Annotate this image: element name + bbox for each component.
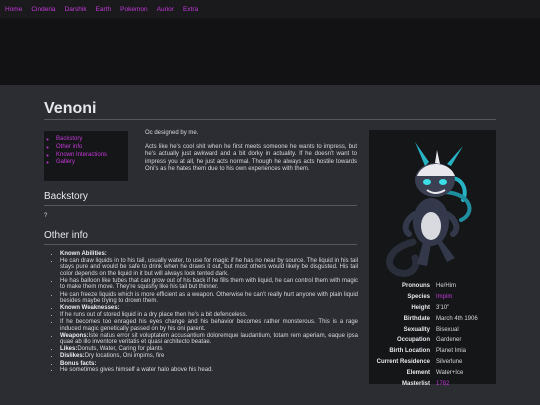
list-item: He can draw liquids in to his tail, usua…: [60, 258, 358, 278]
nav-pokemon[interactable]: Pokemon: [120, 6, 147, 13]
infobox-value: Water+Ice: [436, 369, 464, 376]
species-link[interactable]: Impim: [436, 294, 496, 300]
backstory-divider: [44, 205, 357, 206]
weapons-text: Iste natus error sit voluptatem accusant…: [60, 332, 358, 346]
infobox-value: March 4th 1906: [436, 315, 478, 322]
toc-item[interactable]: Other info: [56, 144, 128, 152]
masterlist-link[interactable]: 1782: [436, 381, 496, 387]
infobox-key: Pronouns: [402, 283, 430, 290]
list-item: Bonus facts: He sometimes gives himself …: [60, 361, 358, 374]
intro-credit: Oc designed by me.: [145, 130, 199, 136]
infobox-key: Birth Location: [389, 348, 430, 355]
likes-label: Likes:: [60, 346, 78, 353]
known-weaknesses-label: Known Weaknesses:: [60, 305, 120, 312]
infobox-key: Element: [406, 369, 430, 376]
list-item: If he becomes too enraged his eyes chang…: [60, 319, 358, 332]
infobox-row-height: Height 3'10": [369, 303, 496, 314]
infobox-value: He/Him: [436, 283, 457, 290]
list-item: He sometimes gives himself a water halo …: [60, 367, 358, 374]
infobox-value: 3'10": [436, 304, 450, 311]
page-title: Venoni: [44, 100, 97, 117]
infobox-value: Gardener: [436, 337, 462, 344]
list-item: Known Weaknesses: If he runs out of stor…: [60, 305, 358, 332]
toc-link-gallery[interactable]: Gallery: [56, 159, 75, 165]
infobox-row-masterlist: Masterlist 1782: [369, 378, 496, 389]
list-item: Weapons:Iste natus error sit voluptatem …: [60, 333, 358, 346]
infobox-row-species: Species Impim: [369, 292, 496, 303]
toc-link-other-info[interactable]: Other info: [56, 144, 82, 150]
character-portrait[interactable]: [369, 130, 496, 281]
list-item: Dislikes:Dry locations, Oni impims, fire: [60, 353, 358, 360]
other-info-heading: Other info: [44, 230, 88, 241]
infobox-key: Sexuality: [403, 326, 430, 333]
table-of-contents: Backstory Other info Known Interactions …: [44, 131, 128, 181]
nav-cinderia[interactable]: Cinderia: [31, 6, 55, 13]
nav-extra[interactable]: Extra: [183, 6, 198, 13]
intro-description: Acts like he's cool shit when he first m…: [145, 144, 357, 172]
likes-text: Donuts, Water, Caring for plants: [77, 346, 163, 353]
toc-link-known-interactions[interactable]: Known Interactions: [56, 152, 107, 158]
top-navbar: Home Cinderia Darshik Earth Pokemon Auri…: [0, 0, 540, 18]
known-abilities-label: Known Abilities:: [60, 251, 107, 257]
infobox-key: Birthdate: [403, 315, 430, 322]
list-item: Known Abilities: He can draw liquids in …: [60, 251, 358, 305]
list-item: He has balloon like tubes that can grow …: [60, 278, 358, 291]
infobox-key: Species: [407, 294, 430, 301]
infobox-value: Silverlune: [436, 358, 463, 365]
infobox-row-occupation: Occupation Gardener: [369, 335, 496, 346]
infobox-key: Masterlist: [401, 380, 430, 387]
toc-item[interactable]: Gallery: [56, 159, 128, 167]
nav-darshik[interactable]: Darshik: [65, 6, 87, 13]
dislikes-label: Dislikes:: [60, 353, 85, 360]
title-divider: [44, 119, 496, 120]
nav-home[interactable]: Home: [5, 6, 22, 13]
list-item: He can freeze liquids which is more effi…: [60, 292, 358, 305]
infobox-row-sexuality: Sexuality Bisexual: [369, 324, 496, 335]
infobox-row-birth-location: Birth Location Planet Imia: [369, 346, 496, 357]
intro-text: Oc designed by me. Acts like he's cool s…: [145, 130, 357, 180]
weapons-label: Weapons:: [60, 332, 89, 339]
infobox-value: Planet Imia: [436, 348, 467, 355]
infobox-value: Bisexual: [436, 326, 459, 333]
infobox-row-element: Element Water+Ice: [369, 367, 496, 378]
toc-item[interactable]: Backstory: [56, 136, 128, 144]
infobox-key: Occupation: [396, 337, 430, 344]
infobox-row-birthdate: Birthdate March 4th 1906: [369, 313, 496, 324]
header-banner: [0, 18, 540, 85]
toc-item[interactable]: Known Interactions: [56, 152, 128, 160]
infobox-row-current-residence: Current Residence Silverlune: [369, 357, 496, 368]
nav-aurior[interactable]: Aurior: [157, 6, 174, 13]
backstory-text: ?: [44, 213, 48, 219]
character-infobox: Pronouns He/Him Species Impim Height 3'10" …: [369, 130, 496, 387]
other-info-divider: [44, 244, 357, 245]
infobox-rows: Pronouns He/Him Species Impim Height 3'10" …: [369, 281, 496, 389]
other-info-list: Known Abilities: He can draw liquids in …: [52, 251, 358, 374]
infobox-row-pronouns: Pronouns He/Him: [369, 281, 496, 292]
nav-earth[interactable]: Earth: [96, 6, 112, 13]
backstory-heading: Backstory: [44, 191, 88, 202]
bonus-facts-label: Bonus facts:: [60, 360, 97, 367]
dislikes-text: Dry locations, Oni impims, fire: [84, 353, 165, 360]
infobox-key: Current Residence: [376, 358, 430, 365]
infobox-key: Height: [411, 304, 430, 311]
list-item: If he runs out of stored liquid in a dry…: [60, 312, 358, 319]
list-item: Likes:Donuts, Water, Caring for plants: [60, 346, 358, 353]
toc-link-backstory[interactable]: Backstory: [56, 136, 82, 142]
